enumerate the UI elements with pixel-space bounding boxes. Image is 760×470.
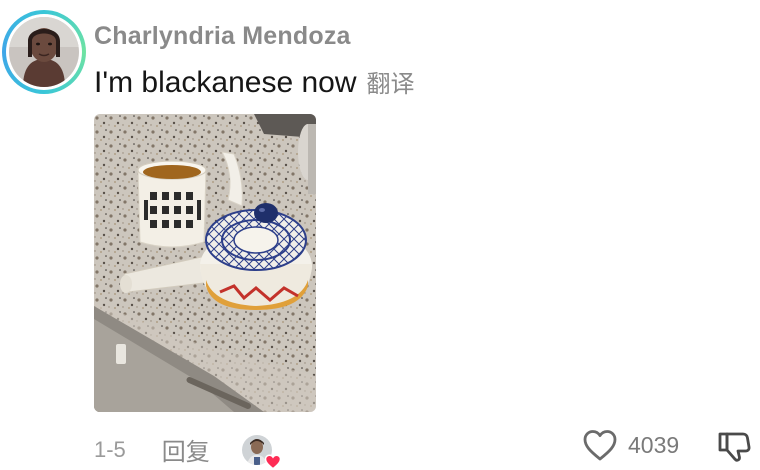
like-count: 4039 <box>628 431 680 458</box>
heart-icon <box>264 453 282 470</box>
avatar-frame <box>6 14 82 90</box>
reply-button[interactable]: 回复 <box>162 432 210 467</box>
comment-body: I'm blackanese now 翻译 <box>94 64 415 100</box>
heart-outline-icon <box>583 430 617 461</box>
commenter-username[interactable]: Charlyndria Mendoza <box>94 22 351 51</box>
thumbs-down-icon <box>718 432 751 462</box>
commenter-avatar[interactable] <box>2 10 86 94</box>
translate-link[interactable]: 翻译 <box>367 64 415 99</box>
like-button[interactable]: 4039 <box>582 428 679 462</box>
creator-liked-badge <box>241 434 282 470</box>
comment-photo[interactable] <box>94 114 316 412</box>
dislike-button[interactable] <box>716 428 752 464</box>
comment-timestamp: 1-5 <box>94 436 126 462</box>
comment-text: I'm blackanese now <box>94 66 357 99</box>
comment-meta: 1-5 回复 <box>94 432 282 470</box>
comment-item: Charlyndria Mendoza I'm blackanese now 翻… <box>0 0 760 470</box>
avatar-image <box>9 17 79 87</box>
